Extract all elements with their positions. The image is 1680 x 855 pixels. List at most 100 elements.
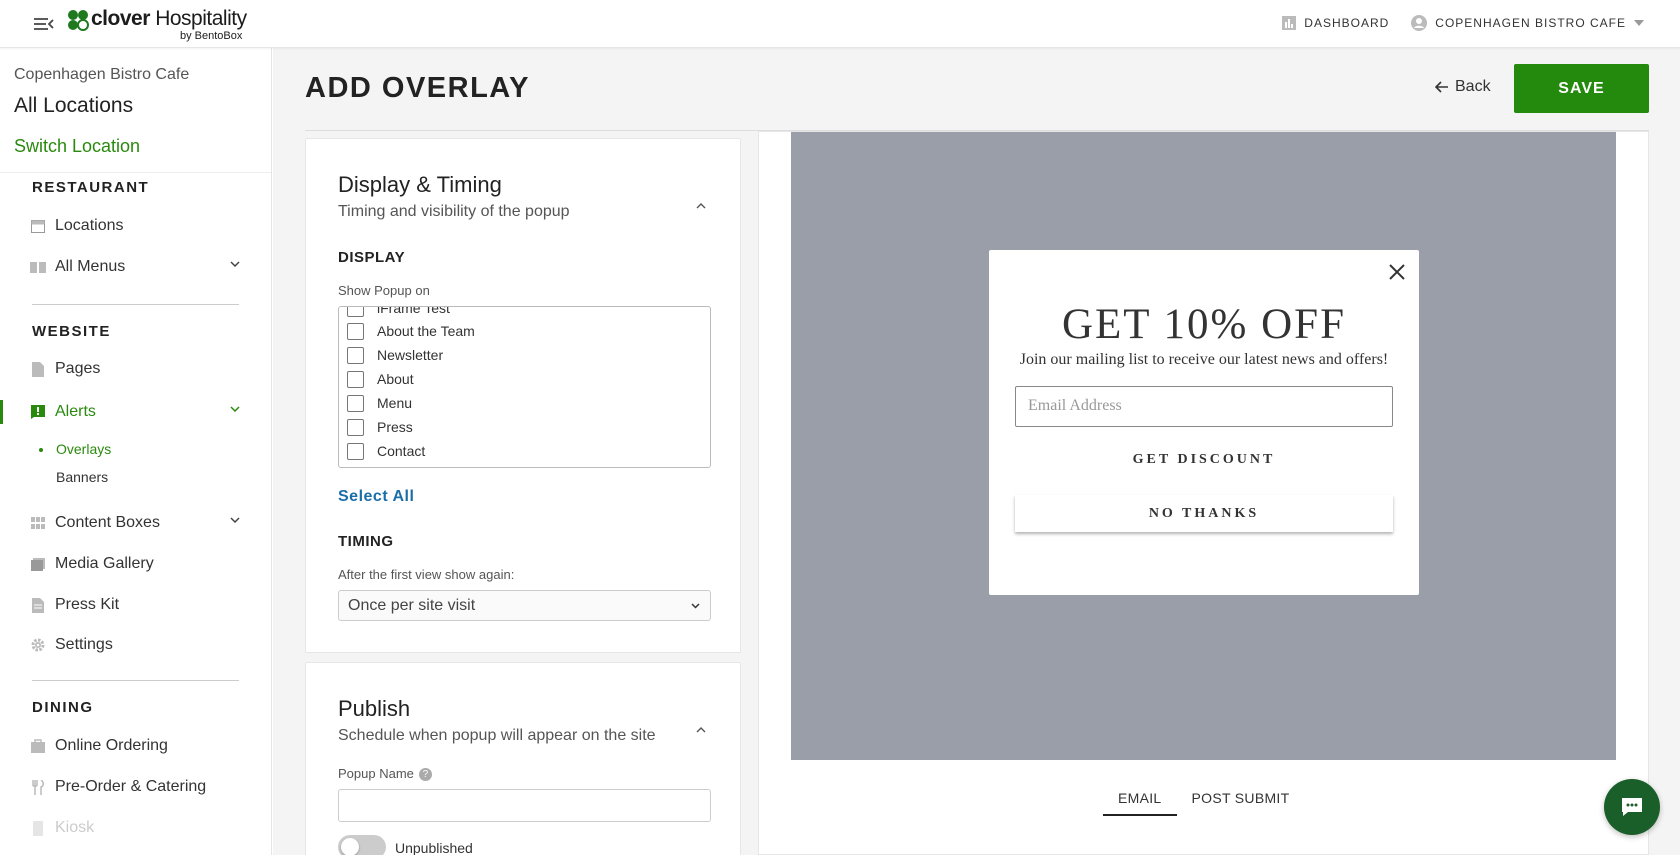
checkbox[interactable]	[347, 394, 364, 412]
chat-button[interactable]	[1604, 779, 1660, 835]
checkbox[interactable]	[347, 418, 364, 436]
checkbox[interactable]	[347, 322, 364, 340]
no-thanks-button[interactable]: NO THANKS	[1015, 495, 1393, 532]
gear-icon	[30, 637, 46, 653]
preview-panel: GET 10% OFF Join our mailing list to rec…	[758, 131, 1649, 855]
popup-subtitle: Join our mailing list to receive our lat…	[1019, 351, 1389, 368]
checkbox-label: About the Team	[377, 323, 475, 339]
tab-email[interactable]: EMAIL	[1103, 784, 1177, 816]
display-timing-card: Display & Timing Timing and visibility o…	[305, 138, 741, 653]
sidebar: Copenhagen Bistro Cafe All Locations Swi…	[0, 48, 272, 855]
sidebar-item-pre-order-catering[interactable]: Pre-Order & Catering	[30, 773, 240, 801]
book-icon	[30, 259, 46, 275]
email-field[interactable]: Email Address	[1015, 386, 1393, 427]
page-checkbox[interactable]: Contact	[347, 441, 425, 461]
shopping-bag-icon	[30, 738, 46, 754]
sidebar-item-settings[interactable]: Settings	[30, 631, 240, 659]
timing-label: After the first view show again:	[338, 567, 515, 582]
checkbox[interactable]	[347, 442, 364, 460]
page-checkbox[interactable]: About	[347, 369, 414, 389]
timing-select[interactable]: Once per site visit	[338, 590, 711, 621]
checkbox[interactable]	[347, 346, 364, 364]
checkbox-label: Newsletter	[377, 347, 444, 363]
chevron-down-icon	[230, 406, 240, 412]
help-icon[interactable]: ?	[418, 768, 432, 782]
popup-title: GET 10% OFF	[1061, 301, 1346, 348]
page-checkbox[interactable]: About the Team	[347, 321, 475, 341]
sidebar-item-alerts[interactable]: Alerts	[30, 398, 240, 426]
account-menu[interactable]: COPENHAGEN BISTRO CAFE	[1411, 15, 1644, 31]
divider	[0, 172, 271, 173]
page-checkbox[interactable]: Newsletter	[347, 345, 443, 365]
chevron-down-icon	[691, 603, 700, 609]
page-icon	[30, 361, 46, 377]
sidebar-subitem-overlays[interactable]: Overlays	[56, 441, 111, 457]
sidebar-item-locations[interactable]: Locations	[30, 212, 240, 240]
popup-name-input[interactable]	[338, 789, 711, 822]
sidebar-item-kiosk[interactable]: Kiosk	[30, 814, 240, 842]
utensils-icon	[30, 779, 46, 795]
page-checkbox[interactable]: Press	[347, 417, 413, 437]
page-checkbox[interactable]: Menu	[347, 393, 412, 413]
active-indicator	[0, 400, 3, 424]
display-heading: DISPLAY	[338, 249, 406, 266]
tab-post-submit[interactable]: POST SUBMIT	[1177, 784, 1305, 816]
storefront-icon	[30, 218, 46, 234]
collapse-chevron-icon[interactable]	[695, 726, 707, 734]
menu-toggle-icon[interactable]	[33, 15, 55, 33]
logo-text: clover Hospitality	[91, 7, 247, 30]
sidebar-item-press-kit[interactable]: Press Kit	[30, 591, 240, 619]
sidebar-item-online-ordering[interactable]: Online Ordering	[30, 732, 240, 760]
publish-toggle[interactable]	[338, 835, 386, 855]
close-icon[interactable]	[1387, 262, 1407, 282]
tablet-icon	[30, 820, 46, 836]
timing-heading: TIMING	[338, 533, 394, 550]
sidebar-item-label: Media Gallery	[55, 555, 154, 572]
sidebar-item-label: Content Boxes	[55, 514, 160, 531]
clover-logo[interactable]: clover Hospitality by BentoBox	[67, 7, 257, 43]
arrow-left-icon	[1435, 81, 1448, 93]
section-restaurant: RESTAURANT	[32, 179, 150, 196]
sidebar-item-label: All Menus	[55, 258, 126, 275]
sidebar-item-content-boxes[interactable]: Content Boxes	[30, 509, 240, 537]
switch-location-link[interactable]: Switch Location	[14, 136, 140, 157]
select-all-link[interactable]: Select All	[338, 488, 414, 506]
section-dining: DINING	[32, 699, 94, 716]
checkbox[interactable]	[347, 466, 364, 467]
back-button[interactable]: Back	[1435, 78, 1491, 96]
all-locations[interactable]: All Locations	[14, 94, 133, 118]
save-button[interactable]: SAVE	[1514, 64, 1649, 113]
page-checkbox[interactable]: iFrame Test	[347, 306, 450, 318]
page-title: ADD OVERLAY	[305, 72, 530, 104]
checkbox[interactable]	[347, 370, 364, 388]
card-title: Publish	[338, 696, 411, 721]
get-discount-button[interactable]: GET DISCOUNT	[989, 452, 1419, 468]
chart-icon	[1282, 16, 1297, 30]
top-bar: clover Hospitality by BentoBox DASHBOARD…	[0, 0, 1680, 48]
sidebar-item-pages[interactable]: Pages	[30, 355, 240, 383]
toggle-knob	[341, 838, 359, 855]
document-icon	[30, 597, 46, 613]
logo-subtext: by BentoBox	[180, 30, 243, 42]
timing-value: Once per site visit	[348, 597, 476, 614]
sidebar-item-label: Pages	[55, 360, 101, 377]
image-gallery-icon	[30, 556, 46, 572]
sidebar-subitem-banners[interactable]: Banners	[56, 469, 108, 485]
checkbox-label: iFrame Test	[377, 306, 450, 316]
dashboard-link[interactable]: DASHBOARD	[1282, 16, 1389, 30]
card-title: Display & Timing	[338, 172, 502, 197]
show-popup-label: Show Popup on	[338, 283, 430, 298]
checkbox[interactable]	[347, 307, 364, 317]
sidebar-item-media-gallery[interactable]: Media Gallery	[30, 550, 240, 578]
sidebar-item-label: Pre-Order & Catering	[55, 778, 207, 795]
collapse-chevron-icon[interactable]	[695, 202, 707, 210]
sidebar-item-label: Press Kit	[55, 596, 120, 613]
sidebar-item-label: Settings	[55, 636, 113, 653]
page-checkbox[interactable]	[347, 465, 377, 467]
account-label: COPENHAGEN BISTRO CAFE	[1435, 16, 1626, 30]
grid-icon	[30, 515, 46, 531]
preview-backdrop: GET 10% OFF Join our mailing list to rec…	[791, 132, 1616, 760]
page-checklist[interactable]: iFrame Test About the Team Newsletter Ab…	[338, 306, 711, 468]
preview-tabs: EMAIL POST SUBMIT	[1103, 784, 1304, 816]
sidebar-item-all-menus[interactable]: All Menus	[30, 253, 240, 281]
